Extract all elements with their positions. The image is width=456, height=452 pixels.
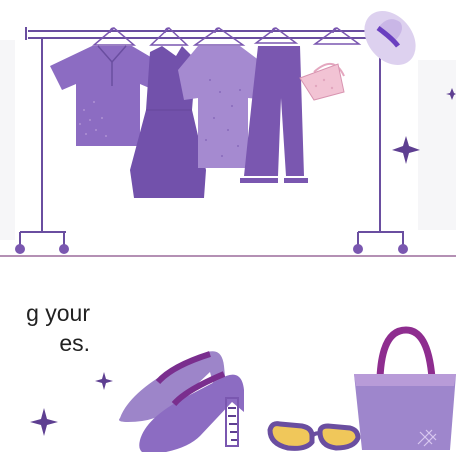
sunglasses-icon <box>267 421 361 451</box>
clothing-rack-illustration <box>0 11 456 452</box>
high-heels-icon <box>119 351 244 452</box>
rack-wheels <box>15 244 408 254</box>
tote-bag-icon <box>354 326 456 450</box>
caption-line-2: es. <box>59 330 90 356</box>
caption-text: g your es. <box>0 298 90 358</box>
caption-line-1: g your <box>26 300 90 326</box>
purse-icon <box>299 63 345 101</box>
